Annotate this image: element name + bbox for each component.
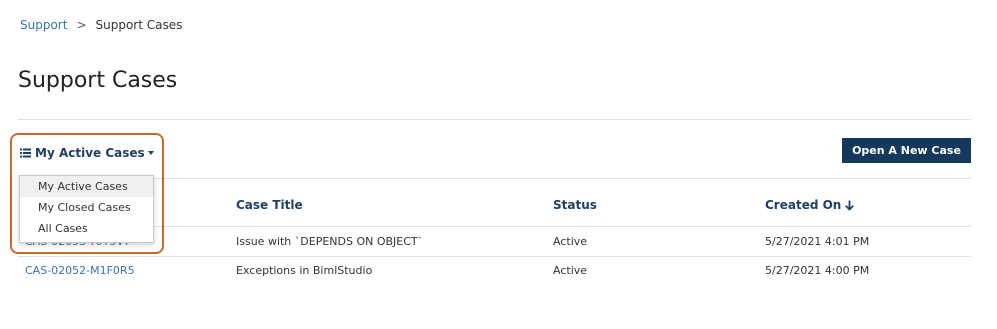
table-row-status: Active	[553, 235, 588, 248]
row-divider	[18, 226, 971, 227]
arrow-down-icon	[845, 200, 855, 211]
column-header-status[interactable]: Status	[553, 198, 597, 212]
breadcrumb: Support > Support Cases	[20, 18, 182, 32]
list-icon	[20, 148, 31, 158]
breadcrumb-current: Support Cases	[95, 18, 183, 32]
column-header-created-on-label: Created On	[765, 198, 842, 212]
dropdown-item-all-cases[interactable]: All Cases	[20, 218, 153, 239]
table-row-case-title: Issue with `DEPENDS ON OBJECT`	[236, 235, 424, 248]
dropdown-item-my-closed-cases[interactable]: My Closed Cases	[20, 197, 153, 218]
column-header-case-title[interactable]: Case Title	[236, 198, 303, 212]
breadcrumb-separator: >	[76, 18, 87, 32]
table-row-case-title: Exceptions in BimlStudio	[236, 264, 373, 277]
dropdown-item-my-active-cases[interactable]: My Active Cases	[20, 176, 153, 197]
table-row-status: Active	[553, 264, 588, 277]
caret-down-icon	[147, 151, 154, 155]
divider	[18, 119, 971, 120]
table-row-created-on: 5/27/2021 4:01 PM	[765, 235, 870, 248]
view-dropdown-menu: My Active Cases My Closed Cases All Case…	[19, 175, 154, 243]
table-row-case-number-link[interactable]: CAS-02052-M1F0R5	[25, 264, 135, 277]
page-title: Support Cases	[18, 68, 178, 93]
breadcrumb-support-link[interactable]: Support	[20, 18, 67, 32]
divider	[18, 178, 971, 179]
view-selector-dropdown[interactable]: My Active Cases	[20, 146, 154, 160]
row-divider	[18, 256, 971, 257]
view-selector-label: My Active Cases	[35, 146, 145, 160]
table-row-created-on: 5/27/2021 4:00 PM	[765, 264, 870, 277]
open-new-case-button[interactable]: Open A New Case	[842, 138, 971, 163]
column-header-created-on[interactable]: Created On	[765, 198, 855, 212]
